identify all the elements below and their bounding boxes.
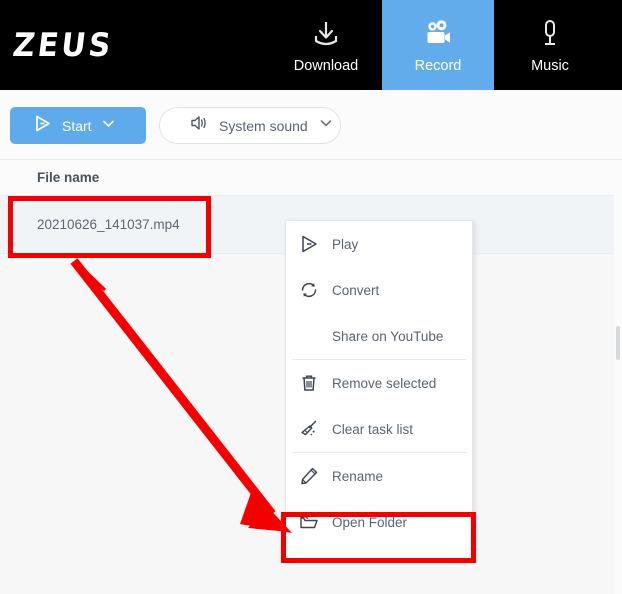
play-icon [32,113,53,139]
microphone-icon [533,17,567,51]
trash-icon [286,372,332,394]
logo-text: ZEUS [10,26,116,64]
speaker-icon [189,113,209,138]
menu-item-convert-label: Convert [332,282,380,298]
column-header-file-name: File name [37,170,100,185]
menu-item-clear-task-list[interactable]: Clear task list [286,406,472,452]
file-name-cell[interactable]: 20210626_141037.mp4 [37,217,180,232]
context-menu: Play Convert Share on YouTube Remove sel… [285,220,473,560]
table-header: File name [0,160,622,196]
app-logo: ZEUS [0,0,270,90]
audio-source-label: System sound [219,117,308,134]
broom-icon [286,418,332,440]
download-icon [309,17,343,51]
menu-item-remove-selected[interactable]: Remove selected [286,360,472,406]
video-camera-icon [421,17,455,51]
menu-item-share-youtube-label: Share on YouTube [332,328,444,344]
tab-download-label: Download [293,57,359,74]
menu-item-open-folder-label: Open Folder [332,514,408,530]
tab-record[interactable]: Record [382,0,494,90]
scrollbar-thumb[interactable] [616,326,620,360]
scrollbar[interactable] [614,160,622,594]
toolbar: Start System sound [0,90,622,160]
start-button[interactable]: Start [10,107,146,144]
menu-item-share-youtube[interactable]: Share on YouTube [286,313,472,359]
menu-item-rename-label: Rename [332,468,384,484]
pencil-icon [286,465,332,487]
menu-item-rename[interactable]: Rename [286,453,472,499]
tab-record-label: Record [414,57,462,74]
menu-item-open-folder[interactable]: Open Folder [286,499,472,545]
app-header: ZEUS Download Record Music [0,0,622,90]
nav-tabs: Download Record Music [270,0,606,90]
chevron-down-icon[interactable] [318,115,334,136]
menu-item-play[interactable]: Play [286,221,472,267]
audio-source-select[interactable]: System sound [159,107,341,144]
menu-item-remove-selected-label: Remove selected [332,375,437,391]
app-window: ZEUS Download Record Music Start System … [0,0,622,594]
menu-item-play-label: Play [332,236,359,252]
folder-icon [286,511,332,533]
play-outline-icon [286,233,332,255]
menu-item-convert[interactable]: Convert [286,267,472,313]
start-button-label: Start [62,117,92,134]
menu-item-clear-task-list-label: Clear task list [332,421,414,437]
tab-music-label: Music [531,57,569,74]
convert-refresh-icon [286,279,332,301]
chevron-down-icon[interactable] [101,116,116,136]
tab-music[interactable]: Music [494,0,606,90]
tab-download[interactable]: Download [270,0,382,90]
